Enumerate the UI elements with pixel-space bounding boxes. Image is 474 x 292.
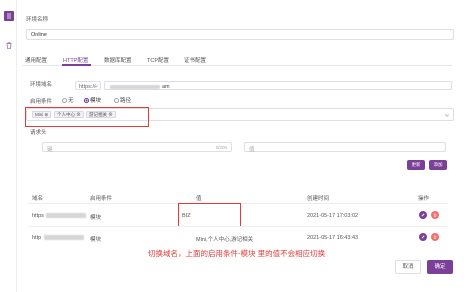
chevron-down-icon	[445, 114, 449, 117]
chevron-down-icon	[94, 85, 98, 88]
row-condition: 模块	[90, 215, 102, 221]
row-domain-redacted	[44, 235, 84, 240]
delete-button[interactable]	[431, 211, 439, 219]
tab-general[interactable]: 通用配置	[25, 56, 47, 64]
header-value-placeholder: 值	[249, 147, 255, 153]
env-name-input[interactable]: Online	[26, 29, 454, 40]
radio-none-label: 无	[68, 98, 74, 104]
tab-tcp[interactable]: TCP配置	[147, 56, 169, 64]
domain-input[interactable]: am	[104, 81, 452, 90]
row-created: 2021-05-17 17:03:02	[307, 213, 359, 219]
row-created: 2021-05-17 16:43:43	[307, 235, 359, 241]
highlight-condition-tags	[25, 107, 149, 127]
domain-host-suffix: am	[162, 83, 170, 90]
trash-icon	[433, 235, 437, 239]
edit-button[interactable]	[419, 233, 427, 241]
tab-certificate[interactable]: 证书配置	[184, 56, 206, 64]
col-condition: 启用条件	[90, 196, 113, 202]
delete-button[interactable]	[431, 233, 439, 241]
header-key-counter: 0/200	[215, 145, 227, 150]
domain-redacted	[110, 84, 160, 89]
env-name-value: Online	[31, 32, 47, 38]
condition-label: 启用条件	[30, 99, 53, 105]
radio-none[interactable]: 无	[62, 96, 74, 104]
update-header-button[interactable]: 更新	[407, 160, 425, 170]
left-icon-strip	[0, 0, 17, 292]
col-created: 创建时间	[307, 196, 330, 202]
radio-module[interactable]: 模块	[84, 96, 101, 104]
active-tab-indicator	[62, 64, 91, 66]
cancel-button[interactable]: 取消	[395, 260, 421, 274]
confirm-button[interactable]: 确定	[427, 260, 453, 274]
config-tabs: 通用配置 HTTP配置 数据库配置 TCP配置 证书配置	[22, 53, 452, 66]
annotation-caption: 切换域名，上面的启用条件-模块 里的值不会相应切换	[148, 249, 326, 258]
edit-icon	[421, 235, 425, 239]
radio-none-dot	[62, 98, 67, 103]
radio-module-label: 模块	[90, 98, 102, 104]
trash-icon	[433, 213, 437, 217]
col-actions: 操作	[418, 196, 430, 202]
radio-path-dot	[114, 98, 119, 103]
env-name-label: 环境名称	[26, 17, 49, 23]
add-header-button[interactable]: 添加	[429, 160, 447, 170]
menu-icon[interactable]	[4, 11, 14, 21]
row-divider	[28, 226, 448, 227]
headers-label: 请求头	[30, 130, 47, 136]
header-value-input[interactable]: 值	[244, 142, 446, 153]
edit-icon	[421, 213, 425, 217]
protocol-select[interactable]: https://	[75, 81, 101, 90]
edit-button[interactable]	[419, 211, 427, 219]
radio-path[interactable]: 路径	[114, 96, 131, 104]
trash-icon[interactable]	[4, 40, 14, 50]
row-domain: https	[32, 213, 44, 219]
row-value: Mini,个人中心,游记相关	[196, 237, 254, 243]
domain-label: 环境域名	[30, 82, 53, 88]
header-key-placeholder: 键	[47, 147, 53, 153]
row-domain: http	[32, 235, 42, 241]
row-domain-redacted	[46, 213, 86, 218]
radio-module-dot	[84, 98, 89, 103]
header-key-input[interactable]: 键 0/200	[42, 142, 232, 153]
row-condition: 模块	[90, 237, 102, 243]
environment-dialog: 环境名称 Online 通用配置 HTTP配置 数据库配置 TCP配置 证书配置…	[22, 0, 474, 292]
tab-http[interactable]: HTTP配置	[63, 56, 88, 64]
col-domain: 域名	[32, 196, 44, 202]
tab-database[interactable]: 数据库配置	[104, 56, 132, 64]
highlight-biz-value	[178, 203, 241, 227]
col-value: 值	[196, 196, 202, 202]
radio-path-label: 路径	[120, 98, 132, 104]
